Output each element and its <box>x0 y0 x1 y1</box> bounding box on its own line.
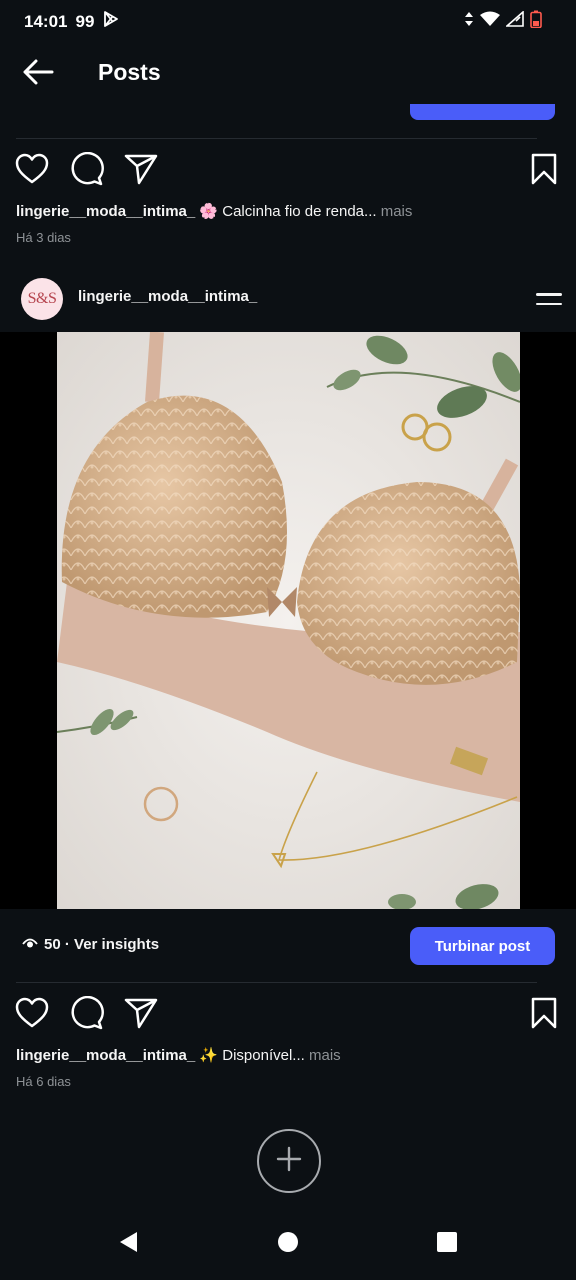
back-button[interactable] <box>20 58 56 90</box>
post-caption[interactable]: lingerie__moda__intima_ 🌸 Calcinha fio d… <box>16 202 412 220</box>
nav-back-button[interactable] <box>110 1226 146 1262</box>
view-insights-link[interactable]: 50 · Ver insights <box>22 936 159 953</box>
eye-icon <box>22 936 38 953</box>
share-button[interactable] <box>123 153 159 189</box>
post-image <box>57 332 520 909</box>
play-store-icon <box>102 10 120 33</box>
page-title: Posts <box>98 59 161 85</box>
heart-icon <box>15 997 49 1034</box>
nav-home-icon <box>277 1231 299 1258</box>
wifi-icon <box>480 11 500 32</box>
comment-icon <box>70 995 104 1035</box>
post-media[interactable] <box>0 332 576 909</box>
insights-label: · Ver insights <box>60 936 160 953</box>
bookmark-icon <box>530 997 558 1034</box>
caption-text: ✨ Disponível... <box>195 1047 305 1064</box>
heart-icon <box>15 153 49 190</box>
boost-button-partial[interactable] <box>410 104 555 120</box>
action-row <box>0 151 576 191</box>
signal-icon <box>504 10 524 32</box>
bookmark-icon <box>530 153 558 190</box>
app-header: Posts <box>0 46 576 102</box>
caption-text: 🌸 Calcinha fio de renda... <box>195 203 377 220</box>
more-link[interactable]: mais <box>377 203 413 220</box>
insights-row: 50 · Ver insights Turbinar post <box>0 925 576 967</box>
nav-recents-button[interactable] <box>429 1226 465 1262</box>
more-link[interactable]: mais <box>305 1047 341 1064</box>
status-time: 14:01 <box>24 11 68 31</box>
data-arrows-icon <box>464 11 474 32</box>
like-button[interactable] <box>14 153 50 189</box>
view-count: 50 <box>44 936 61 953</box>
options-icon <box>536 293 562 296</box>
back-arrow-icon <box>22 59 54 90</box>
notification-count: 99 <box>75 11 95 31</box>
status-bar: 14:01 99 <box>0 0 576 40</box>
divider <box>16 982 537 983</box>
post-timestamp: Há 3 dias <box>16 230 71 245</box>
comment-icon <box>70 151 104 191</box>
post-username[interactable]: lingerie__moda__intima_ <box>78 288 257 305</box>
caption-username[interactable]: lingerie__moda__intima_ <box>16 1047 195 1064</box>
share-button[interactable] <box>123 997 159 1033</box>
options-button[interactable] <box>528 284 562 314</box>
create-button[interactable] <box>257 1129 321 1193</box>
share-icon <box>124 997 158 1034</box>
divider <box>16 138 537 139</box>
nav-back-icon <box>117 1230 139 1259</box>
comment-button[interactable] <box>69 151 105 191</box>
save-button[interactable] <box>526 997 562 1033</box>
system-nav-bar <box>0 1210 576 1280</box>
like-button[interactable] <box>14 997 50 1033</box>
share-icon <box>124 153 158 190</box>
caption-username[interactable]: lingerie__moda__intima_ <box>16 203 195 220</box>
boost-post-button[interactable]: Turbinar post <box>410 927 555 965</box>
post-caption[interactable]: lingerie__moda__intima_ ✨ Disponível... … <box>16 1046 341 1064</box>
nav-home-button[interactable] <box>270 1226 306 1262</box>
post-header: S&S lingerie__moda__intima_ <box>0 275 576 321</box>
post-timestamp: Há 6 dias <box>16 1074 71 1089</box>
battery-icon <box>530 10 542 33</box>
comment-button[interactable] <box>69 995 105 1035</box>
action-row <box>0 995 576 1035</box>
save-button[interactable] <box>526 153 562 189</box>
avatar[interactable]: S&S <box>21 278 63 320</box>
plus-icon <box>276 1146 302 1177</box>
nav-recents-icon <box>436 1231 458 1258</box>
